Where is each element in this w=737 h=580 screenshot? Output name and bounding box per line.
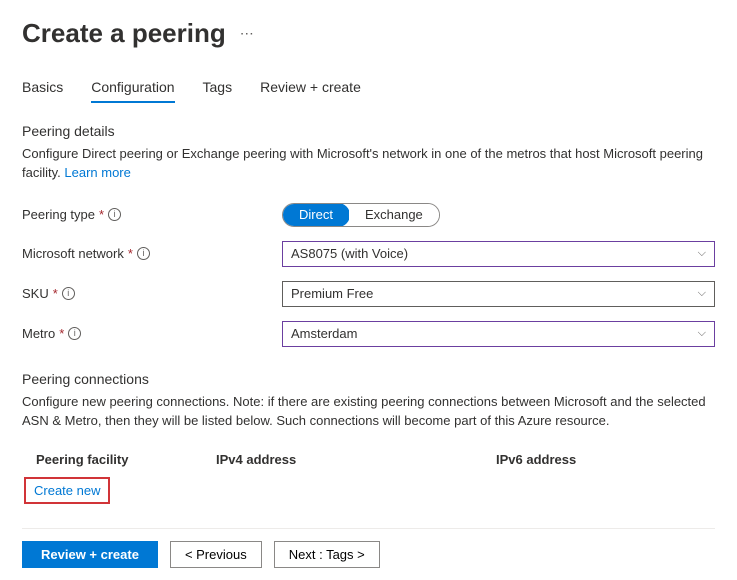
column-ipv4-address: IPv4 address bbox=[216, 452, 496, 467]
info-icon[interactable]: i bbox=[108, 208, 121, 221]
tab-review-create[interactable]: Review + create bbox=[260, 79, 361, 103]
peering-type-direct[interactable]: Direct bbox=[282, 203, 350, 227]
required-indicator: * bbox=[99, 207, 104, 222]
required-indicator: * bbox=[128, 246, 133, 261]
info-icon[interactable]: i bbox=[62, 287, 75, 300]
peering-connections-heading: Peering connections bbox=[22, 371, 715, 387]
column-ipv6-address: IPv6 address bbox=[496, 452, 715, 467]
tab-tags[interactable]: Tags bbox=[203, 79, 233, 103]
column-peering-facility: Peering facility bbox=[36, 452, 216, 467]
tab-bar: Basics Configuration Tags Review + creat… bbox=[22, 79, 715, 103]
peering-type-exchange[interactable]: Exchange bbox=[349, 204, 439, 226]
peering-type-toggle[interactable]: Direct Exchange bbox=[282, 203, 440, 227]
next-button[interactable]: Next : Tags > bbox=[274, 541, 380, 568]
footer-actions: Review + create < Previous Next : Tags > bbox=[22, 528, 715, 580]
review-create-button[interactable]: Review + create bbox=[22, 541, 158, 568]
required-indicator: * bbox=[59, 326, 64, 341]
previous-button[interactable]: < Previous bbox=[170, 541, 262, 568]
page-title: Create a peering bbox=[22, 18, 226, 49]
tab-configuration[interactable]: Configuration bbox=[91, 79, 174, 103]
microsoft-network-label: Microsoft network bbox=[22, 246, 124, 261]
tab-basics[interactable]: Basics bbox=[22, 79, 63, 103]
peering-details-description: Configure Direct peering or Exchange pee… bbox=[22, 145, 715, 183]
metro-label: Metro bbox=[22, 326, 55, 341]
microsoft-network-value: AS8075 (with Voice) bbox=[291, 246, 408, 261]
sku-value: Premium Free bbox=[291, 286, 373, 301]
sku-select[interactable]: Premium Free ⌵ bbox=[282, 281, 715, 307]
peering-type-label: Peering type bbox=[22, 207, 95, 222]
chevron-down-icon: ⌵ bbox=[698, 287, 706, 300]
peering-details-heading: Peering details bbox=[22, 123, 715, 139]
peering-connections-description: Configure new peering connections. Note:… bbox=[22, 393, 715, 431]
info-icon[interactable]: i bbox=[137, 247, 150, 260]
chevron-down-icon: ⌵ bbox=[698, 247, 706, 260]
create-new-link[interactable]: Create new bbox=[24, 477, 110, 504]
microsoft-network-select[interactable]: AS8075 (with Voice) ⌵ bbox=[282, 241, 715, 267]
metro-select[interactable]: Amsterdam ⌵ bbox=[282, 321, 715, 347]
connections-table-header: Peering facility IPv4 address IPv6 addre… bbox=[22, 444, 715, 475]
metro-value: Amsterdam bbox=[291, 326, 357, 341]
info-icon[interactable]: i bbox=[68, 327, 81, 340]
required-indicator: * bbox=[53, 286, 58, 301]
ellipsis-icon[interactable]: ⋯ bbox=[240, 25, 255, 42]
sku-label: SKU bbox=[22, 286, 49, 301]
learn-more-link[interactable]: Learn more bbox=[64, 165, 130, 180]
chevron-down-icon: ⌵ bbox=[698, 327, 706, 340]
